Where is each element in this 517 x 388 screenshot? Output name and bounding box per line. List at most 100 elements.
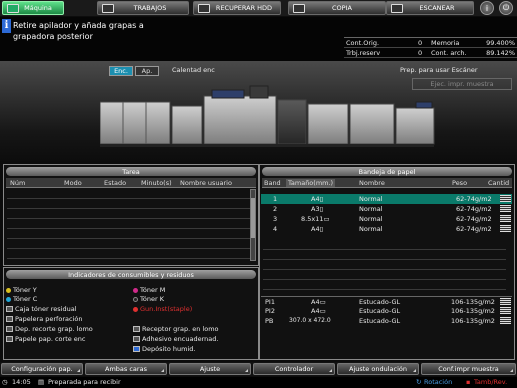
paper-level-icon [500, 298, 511, 305]
consumable-tank: Depósito humid. [133, 345, 195, 354]
table-row [263, 271, 506, 280]
status-message: Retire apilador y añada grapas a grapado… [13, 21, 144, 41]
paper-level-icon [500, 317, 511, 324]
receive-icon: ▤ [38, 378, 45, 386]
tab-copia[interactable]: COPIA [288, 1, 386, 15]
machine-icon [7, 4, 19, 13]
col-cantidad: Cantid [488, 179, 510, 187]
table-row [263, 261, 506, 270]
table-row [7, 200, 250, 209]
consumable-receptor: Receptor grap. en lomo [133, 325, 219, 334]
scan-icon [391, 4, 403, 13]
paper-level-icon [500, 215, 511, 222]
col-minutos: Minuto(s) [141, 179, 172, 187]
table-row [7, 230, 250, 239]
enc-toggle[interactable]: Enc. [109, 66, 133, 76]
top-tab-bar: Máquina TRABAJOS RECUPERAR HDD COPIA ESC… [0, 0, 517, 16]
consumable-punch: Papelera perforación [6, 315, 82, 324]
toner-k-icon [133, 296, 138, 302]
table-row [7, 190, 250, 199]
col-modo: Modo [64, 179, 82, 187]
memoria-value: 99.400% [486, 39, 515, 47]
toner-y-icon [6, 287, 11, 293]
hdd-icon [198, 4, 210, 13]
counters-panel: Cont.Orig. 0 Memoria 99.400% Trbj.reserv… [344, 37, 517, 58]
consumibles-title: Indicadores de consumibles y residuos [6, 270, 256, 279]
trim-icon [6, 326, 13, 332]
info-icon: i [2, 19, 11, 33]
info-icon[interactable]: i [480, 1, 494, 15]
calibration-status: Calentad enc [172, 66, 215, 74]
cont-orig-label: Cont.Orig. [346, 39, 380, 47]
tab-recuperar-hdd[interactable]: RECUPERAR HDD [193, 1, 281, 15]
jobs-icon [102, 4, 114, 13]
bandeja-title: Bandeja de papel [262, 167, 512, 176]
power-icon[interactable]: ⏻ [499, 1, 513, 15]
tab-escanear[interactable]: ESCANEAR [386, 1, 474, 15]
table-row [263, 241, 506, 250]
tray-row-3[interactable]: 3 8.5x11▭ Normal 62-74g/m2 [261, 214, 512, 224]
table-row [7, 220, 250, 229]
tamb-icon: ▪ [466, 378, 471, 386]
consumable-cut: Papele pap. corte enc [6, 335, 86, 344]
controlador-button[interactable]: Controlador [253, 363, 335, 375]
ready-status: Preparada para recibir [48, 378, 121, 386]
toner-m-icon [133, 287, 138, 293]
table-row [263, 251, 506, 260]
configuracion-pap-button[interactable]: Configuración pap. [1, 363, 83, 375]
receptor-icon [133, 326, 140, 332]
memoria-label: Memoria [431, 39, 460, 47]
trbj-reserv-label: Trbj.reserv [346, 49, 381, 57]
toner-c-icon [6, 296, 11, 302]
tank-icon [133, 346, 140, 352]
waste-box-icon [6, 306, 13, 312]
printer-illustration [100, 85, 435, 147]
copy-icon [293, 4, 305, 13]
bottom-button-bar: Configuración pap. Ambas caras Ajuste Co… [0, 362, 517, 376]
staple-icon [133, 306, 138, 312]
clock-icon: ◷ [2, 378, 8, 386]
consumable-toner-y: Tóner Y [6, 286, 37, 295]
table-row [7, 250, 250, 259]
consumable-toner-c: Tóner C [6, 295, 37, 304]
consumable-trim: Dep. recorte grap. lomo [6, 325, 93, 334]
ajuste-ondulacion-button[interactable]: Ajuste ondulación [337, 363, 419, 375]
conf-impr-muestra-button[interactable]: Conf.impr muestra [421, 363, 516, 375]
tab-trabajos[interactable]: TRABAJOS [97, 1, 189, 15]
consumable-toner-k: Tóner K [133, 295, 164, 304]
table-row [263, 281, 506, 290]
col-band: Band [264, 179, 281, 187]
consumable-waste-box: Caja tóner residual [6, 305, 77, 314]
col-nombre: Nombre [359, 179, 385, 187]
consumable-staple-alert: Gun.Inst(staple) [133, 305, 192, 314]
col-peso: Peso [452, 179, 468, 187]
cont-arch-label: Cont. arch. [431, 49, 467, 57]
scrollbar-thumb[interactable] [251, 198, 255, 238]
tray-row-pb[interactable]: PB 307.0 x 472.0 Estucado-GL 106-135g/m2 [261, 316, 512, 326]
paper-level-icon [500, 225, 511, 232]
cont-arch-value: 89.142% [486, 49, 515, 57]
clock-time: 14:05 [12, 378, 31, 386]
tray-row-pi2[interactable]: PI2 A4▭ Estucado-GL 106-135g/m2 [261, 306, 512, 316]
trbj-reserv-value: 0 [418, 49, 423, 57]
ajuste-button[interactable]: Ajuste [169, 363, 251, 375]
ambas-caras-button[interactable]: Ambas caras [85, 363, 167, 375]
tray-row-2[interactable]: 2 A3▯ Normal 62-74g/m2 [261, 204, 512, 214]
tray-row-pi1[interactable]: PI1 A4▭ Estucado-GL 106-135g/m2 [261, 296, 512, 306]
col-nombre-usuario: Nombre usuario [180, 179, 232, 187]
tarea-scrollbar[interactable] [250, 189, 256, 261]
consumable-adhesive: Adhesivo encuadernad. [133, 335, 218, 344]
paper-level-icon [500, 205, 511, 212]
ap-toggle[interactable]: Ap. [135, 66, 159, 76]
punch-icon [6, 316, 13, 322]
tarea-title: Tarea [6, 167, 256, 176]
col-estado: Estado [104, 179, 127, 187]
tab-maquina[interactable]: Máquina [2, 1, 64, 15]
col-tamano[interactable]: Tamaño(mm.) [286, 179, 336, 187]
status-bar: ◷ 14:05 ▤ Preparada para recibir ↻ Rotac… [0, 377, 517, 388]
rotation-icon: ↻ [416, 378, 422, 386]
tray-row-4[interactable]: 4 A4▯ Normal 62-74g/m2 [261, 224, 512, 234]
tray-row-1[interactable]: 1 A4▯ Normal 62-74g/m2 [261, 194, 512, 204]
machine-status: Prep. para usar Escáner [400, 66, 478, 74]
table-row [7, 210, 250, 219]
